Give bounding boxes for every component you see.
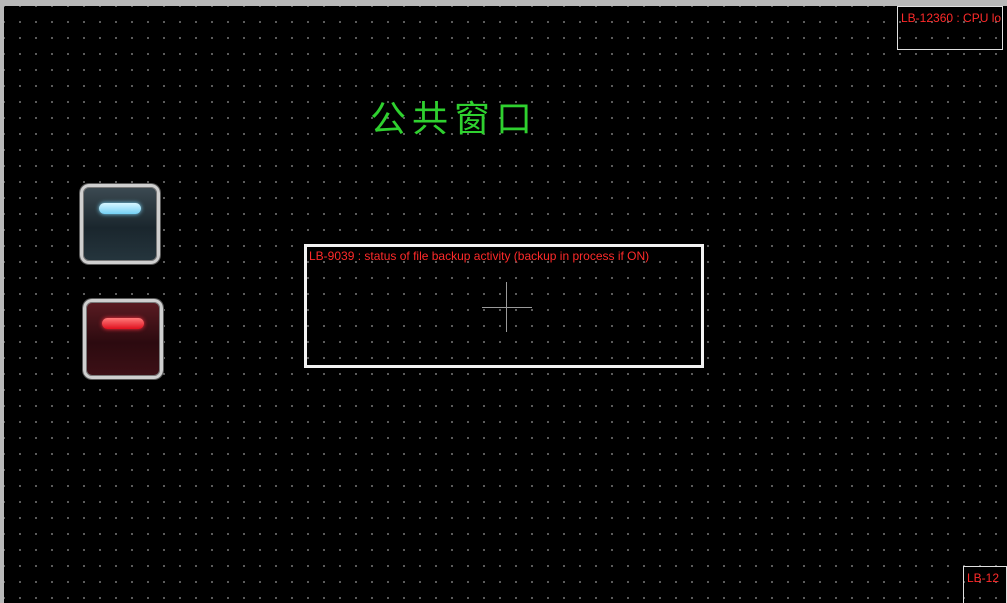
- corner-tag-label: LB-12: [967, 571, 1000, 585]
- page-title: 公共窗口: [370, 99, 539, 140]
- red-led-icon: [102, 318, 144, 329]
- red-indicator-button[interactable]: [83, 299, 163, 379]
- blue-led-icon: [99, 203, 141, 214]
- backup-status-label: LB-9039 : status of file backup activity…: [309, 249, 650, 263]
- cpu-load-tag[interactable]: LB-12360 : CPU lo: [897, 6, 1003, 50]
- corner-tag[interactable]: LB-12: [963, 566, 1007, 603]
- backup-status-indicator[interactable]: LB-9039 : status of file backup activity…: [304, 244, 704, 368]
- blue-indicator-button[interactable]: [80, 184, 160, 264]
- crosshair-horizontal: [482, 307, 532, 308]
- cpu-load-tag-label: LB-12360 : CPU lo: [901, 11, 1002, 25]
- hmi-design-canvas[interactable]: 公共窗口 LB-12360 : CPU lo LB-9039 : status …: [4, 6, 1007, 603]
- crosshair-vertical: [506, 282, 507, 332]
